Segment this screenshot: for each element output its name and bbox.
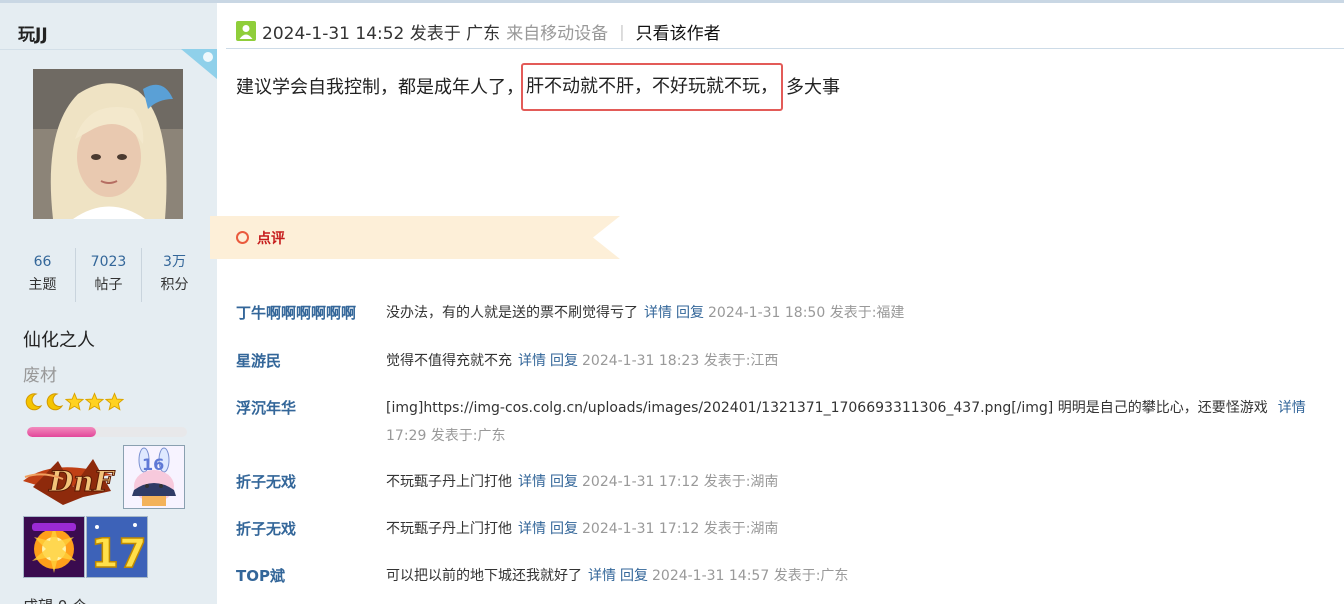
- author-extra-stat: 成望 0 个: [23, 595, 87, 604]
- rank-stars: [23, 392, 124, 414]
- author-avatar[interactable]: [33, 69, 183, 219]
- comment-body: 不玩甄子丹上门打他 详情 回复 2024-1-31 17:12 发表于:湖南: [386, 471, 778, 491]
- star-icon: [65, 392, 84, 411]
- comment-meta: 2024-1-31 14:57 发表于:广东: [652, 568, 849, 584]
- detail-link[interactable]: 详情: [1278, 400, 1306, 416]
- detail-link[interactable]: 详情: [518, 474, 546, 490]
- svg-text:DnF: DnF: [48, 465, 116, 498]
- comments-section-header: 点评: [210, 216, 620, 259]
- comment-text: 不玩甄子丹上门打他: [386, 521, 512, 537]
- post-header: 2024-1-31 14:52 发表于 广东 来自移动设备 | 只看该作者: [236, 18, 721, 44]
- comments-title: 点评: [257, 231, 285, 247]
- medal-17-icon[interactable]: 17: [86, 516, 148, 578]
- comment-meta: 2024-1-31 18:50 发表于:福建: [708, 305, 905, 321]
- comment-meta: 2024-1-31 17:12 发表于:湖南: [582, 474, 779, 490]
- author-sidebar: 玩JJ 66 主题 7023 帖子 3万 积分 仙化之人 废材 DnF 16 1…: [0, 3, 217, 604]
- header-divider-line: [226, 48, 1344, 49]
- comment-body: [img]https://img-cos.colg.cn/uploads/ima…: [386, 397, 1306, 417]
- reply-link[interactable]: 回复: [620, 568, 648, 584]
- level-progress-fill: [27, 427, 96, 437]
- comment-body: 没办法，有的人就是送的票不刷觉得亏了 详情 回复 2024-1-31 18:50 发表…: [386, 302, 904, 322]
- comment-body: 不玩甄子丹上门打他 详情 回复 2024-1-31 17:12 发表于:湖南: [386, 518, 778, 538]
- stat-value: 7023: [90, 254, 127, 270]
- post-text: 建议学会自我控制，都是成年人了，: [236, 77, 524, 98]
- medal-fire-icon[interactable]: [23, 516, 85, 578]
- online-status-badge: [181, 49, 217, 79]
- star-icon: [85, 392, 104, 411]
- comment-meta: 2024-1-31 17:12 发表于:湖南: [582, 521, 779, 537]
- stat-label: 积分: [160, 277, 189, 293]
- only-author-link[interactable]: 只看该作者: [636, 19, 721, 44]
- comment-meta: 2024-1-31 18:23 发表于:江西: [582, 353, 779, 369]
- stat-credits[interactable]: 3万 积分: [142, 248, 207, 302]
- comment-author[interactable]: 星游民: [236, 350, 281, 371]
- stat-label: 帖子: [94, 277, 123, 293]
- post-text: 多大事: [786, 77, 840, 98]
- comment-meta: 17:29 发表于:广东: [386, 428, 506, 444]
- comment-author[interactable]: 丁牛啊啊啊啊啊啊: [236, 302, 356, 323]
- stat-value: 66: [33, 254, 52, 270]
- comment-author[interactable]: TOP斌: [236, 565, 285, 586]
- stat-label: 主题: [28, 277, 57, 293]
- user-rank: 废材: [23, 366, 57, 386]
- author-username[interactable]: 玩JJ: [18, 20, 48, 45]
- post-timestamp: 2024-1-31 14:52 发表于 广东: [262, 23, 501, 44]
- reply-link[interactable]: 回复: [550, 474, 578, 490]
- comment-author[interactable]: 浮沉年华: [236, 397, 296, 418]
- comment-text: 不玩甄子丹上门打他: [386, 474, 512, 490]
- svg-text:17: 17: [91, 531, 147, 577]
- detail-link[interactable]: 详情: [518, 353, 546, 369]
- comment-text: [img]https://img-cos.colg.cn/uploads/ima…: [386, 400, 1268, 416]
- reply-link[interactable]: 回复: [676, 305, 704, 321]
- level-progress-bar: [27, 427, 187, 437]
- star-icon: [105, 392, 124, 411]
- comment-author[interactable]: 折子无戏: [236, 518, 296, 539]
- detail-link[interactable]: 详情: [588, 568, 616, 584]
- comment-author[interactable]: 折子无戏: [236, 471, 296, 492]
- highlighted-text: 肝不动就不肝，不好玩就不玩，: [521, 63, 783, 111]
- user-online-icon: [236, 21, 256, 41]
- reply-link[interactable]: 回复: [550, 353, 578, 369]
- stat-threads[interactable]: 66 主题: [10, 248, 76, 302]
- stat-posts[interactable]: 7023 帖子: [76, 248, 142, 302]
- header-divider: |: [619, 21, 625, 41]
- medal-dnf-icon[interactable]: DnF: [23, 447, 119, 509]
- post-content: 建议学会自我控制，都是成年人了， 肝不动就不肝，不好玩就不玩， 多大事: [236, 63, 840, 112]
- moon-icon: [46, 393, 64, 411]
- comment-text: 可以把以前的地下城还我就好了: [386, 568, 582, 584]
- stat-value: 3万: [163, 254, 186, 270]
- reply-link[interactable]: 回复: [550, 521, 578, 537]
- comment-body: 可以把以前的地下城还我就好了 详情 回复 2024-1-31 14:57 发表于:广东: [386, 565, 848, 585]
- comment-body: 觉得不值得充就不充 详情 回复 2024-1-31 18:23 发表于:江西: [386, 350, 778, 370]
- detail-link[interactable]: 详情: [644, 305, 672, 321]
- detail-link[interactable]: 详情: [518, 521, 546, 537]
- comment-text: 觉得不值得充就不充: [386, 353, 512, 369]
- comment-circle-icon: [236, 231, 249, 244]
- author-stats: 66 主题 7023 帖子 3万 积分: [10, 248, 207, 302]
- user-group[interactable]: 仙化之人: [23, 326, 95, 352]
- post-source: 来自移动设备: [506, 23, 609, 44]
- moon-icon: [25, 393, 43, 411]
- medal-bunny-icon[interactable]: 16: [123, 445, 185, 509]
- comment-text: 没办法，有的人就是送的票不刷觉得亏了: [386, 305, 638, 321]
